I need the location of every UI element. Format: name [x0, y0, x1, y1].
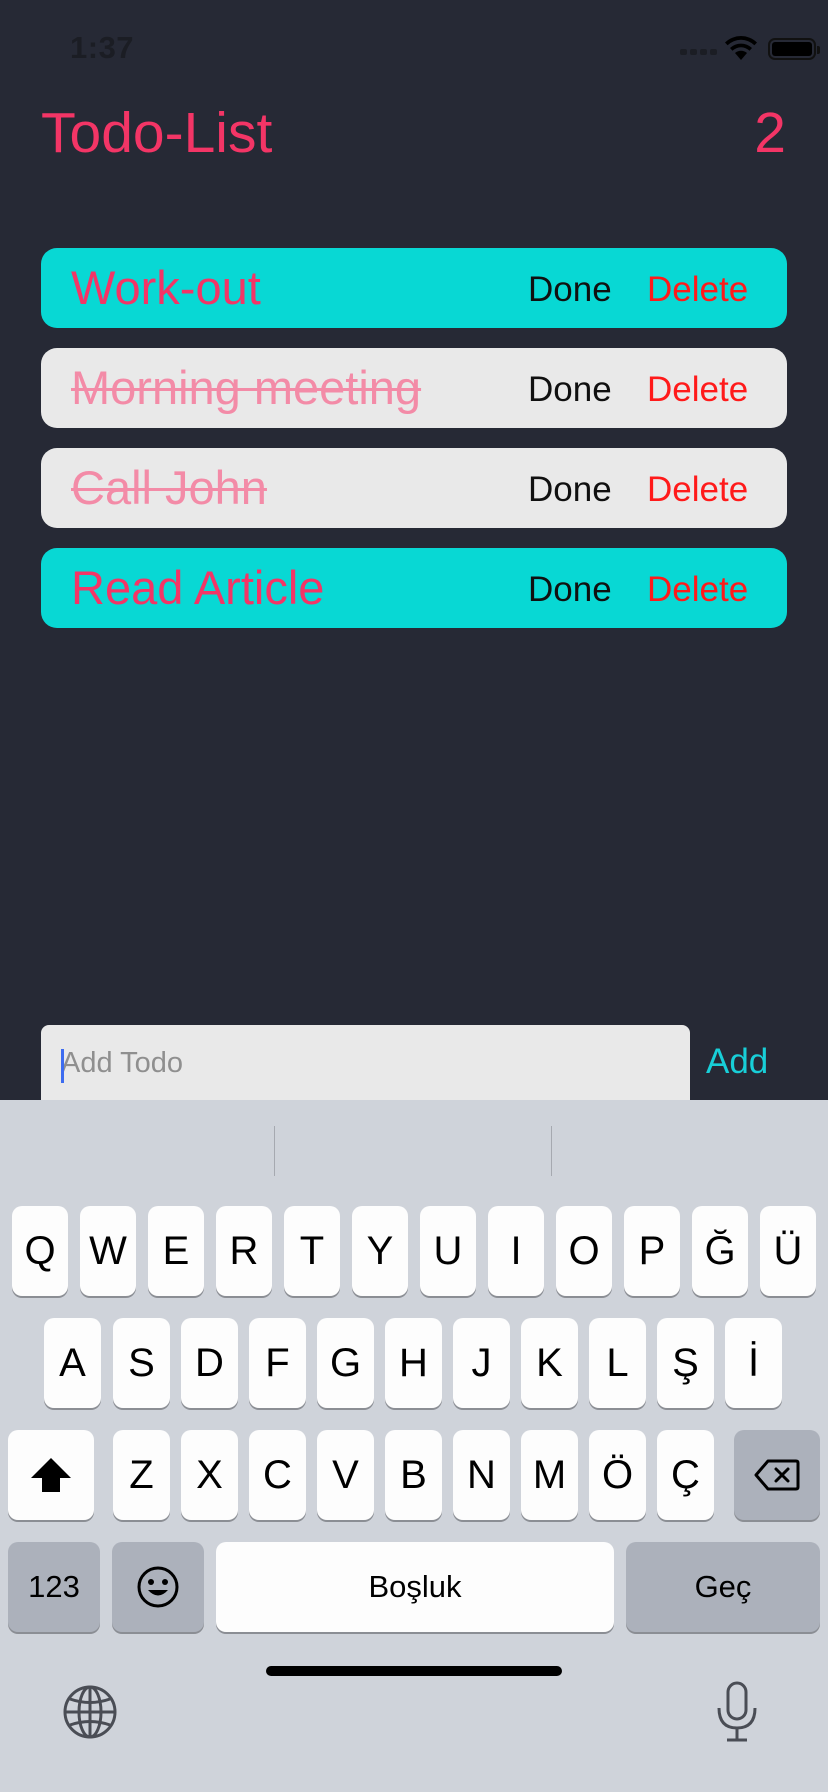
- key-m[interactable]: M: [521, 1430, 578, 1520]
- key-f[interactable]: F: [249, 1318, 306, 1408]
- todo-item: Work-out Done Delete: [41, 248, 787, 328]
- key-e[interactable]: E: [148, 1206, 204, 1296]
- key-u-umlaut[interactable]: Ü: [760, 1206, 816, 1296]
- delete-button[interactable]: Delete: [647, 270, 748, 310]
- wifi-icon: [725, 36, 757, 60]
- add-todo-input[interactable]: [61, 1025, 676, 1101]
- key-k[interactable]: K: [521, 1318, 578, 1408]
- shift-key[interactable]: [8, 1430, 94, 1520]
- key-o-umlaut[interactable]: Ö: [589, 1430, 646, 1520]
- shift-icon: [31, 1458, 71, 1492]
- key-q[interactable]: Q: [12, 1206, 68, 1296]
- key-w[interactable]: W: [80, 1206, 136, 1296]
- key-i[interactable]: I: [488, 1206, 544, 1296]
- key-s[interactable]: S: [113, 1318, 170, 1408]
- key-d[interactable]: D: [181, 1318, 238, 1408]
- add-todo-field[interactable]: [41, 1025, 690, 1101]
- todo-item: Morning meeting Done Delete: [41, 348, 787, 428]
- key-g[interactable]: G: [317, 1318, 374, 1408]
- emoji-key[interactable]: [112, 1542, 204, 1632]
- key-o[interactable]: O: [556, 1206, 612, 1296]
- todo-count: 2: [754, 101, 786, 165]
- delete-button[interactable]: Delete: [647, 370, 748, 410]
- done-button[interactable]: Done: [528, 570, 612, 610]
- done-button[interactable]: Done: [528, 370, 612, 410]
- key-n[interactable]: N: [453, 1430, 510, 1520]
- key-l[interactable]: L: [589, 1318, 646, 1408]
- done-button[interactable]: Done: [528, 270, 612, 310]
- todo-item: Call John Done Delete: [41, 448, 787, 528]
- key-c-cedilla[interactable]: Ç: [657, 1430, 714, 1520]
- key-z[interactable]: Z: [113, 1430, 170, 1520]
- key-b[interactable]: B: [385, 1430, 442, 1520]
- key-c[interactable]: C: [249, 1430, 306, 1520]
- key-j[interactable]: J: [453, 1318, 510, 1408]
- key-p[interactable]: P: [624, 1206, 680, 1296]
- numbers-key[interactable]: 123: [8, 1542, 100, 1632]
- page-title: Todo-List: [41, 101, 273, 165]
- suggestion-divider: [274, 1126, 275, 1176]
- emoji-icon: [137, 1566, 179, 1608]
- todo-text: Call John: [71, 461, 267, 514]
- todo-item: Read Article Done Delete: [41, 548, 787, 628]
- key-r[interactable]: R: [216, 1206, 272, 1296]
- globe-icon[interactable]: [62, 1684, 118, 1740]
- backspace-icon: [754, 1459, 800, 1491]
- key-y[interactable]: Y: [352, 1206, 408, 1296]
- todo-text: Read Article: [71, 561, 325, 614]
- status-icons: [628, 34, 828, 64]
- key-x[interactable]: X: [181, 1430, 238, 1520]
- status-time: 1:37: [70, 30, 135, 65]
- add-button[interactable]: Add: [706, 1042, 768, 1082]
- key-a[interactable]: A: [44, 1318, 101, 1408]
- return-key[interactable]: Geç: [626, 1542, 820, 1632]
- key-i-dotted[interactable]: İ: [725, 1318, 782, 1408]
- keyboard: Q W E R T Y U I O P Ğ Ü A S D F G H J K …: [0, 1100, 828, 1792]
- home-indicator[interactable]: [266, 1666, 562, 1676]
- suggestion-divider: [551, 1126, 552, 1176]
- key-t[interactable]: T: [284, 1206, 340, 1296]
- key-g-breve[interactable]: Ğ: [692, 1206, 748, 1296]
- cellular-signal-icon: [680, 49, 720, 55]
- text-caret: [61, 1049, 64, 1083]
- key-s-cedilla[interactable]: Ş: [657, 1318, 714, 1408]
- delete-button[interactable]: Delete: [647, 470, 748, 510]
- space-key[interactable]: Boşluk: [216, 1542, 614, 1632]
- todo-text: Work-out: [71, 261, 261, 314]
- key-u[interactable]: U: [420, 1206, 476, 1296]
- backspace-key[interactable]: [734, 1430, 820, 1520]
- microphone-icon[interactable]: [714, 1680, 760, 1744]
- done-button[interactable]: Done: [528, 470, 612, 510]
- todo-text: Morning meeting: [71, 361, 422, 414]
- delete-button[interactable]: Delete: [647, 570, 748, 610]
- key-v[interactable]: V: [317, 1430, 374, 1520]
- key-h[interactable]: H: [385, 1318, 442, 1408]
- battery-icon: [768, 38, 820, 60]
- todo-list: Work-out Done Delete Morning meeting Don…: [41, 248, 787, 648]
